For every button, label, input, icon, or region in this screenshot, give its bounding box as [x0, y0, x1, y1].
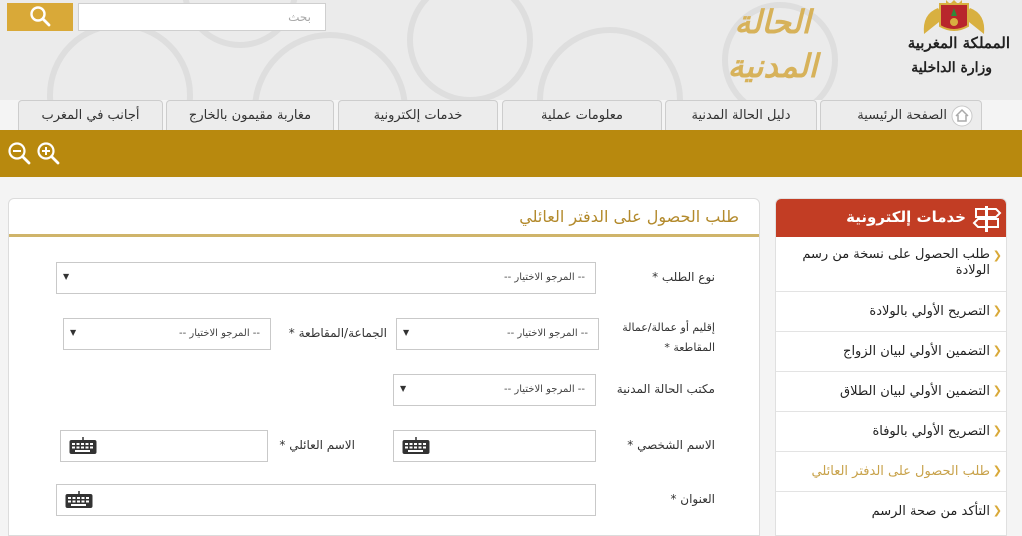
- chevron-left-icon: ❮: [992, 304, 1002, 317]
- nav-item-practical-info[interactable]: معلومات عملية: [502, 100, 662, 130]
- zoom-in-icon[interactable]: [36, 141, 60, 165]
- search-input[interactable]: [78, 3, 326, 31]
- commune-select[interactable]: -- المرجو الاختيار -- ▼: [63, 318, 271, 350]
- e-services-sidebar: خدمات إلكترونية ❮ طلب الحصول على نسخة من…: [775, 198, 1007, 536]
- chevron-left-icon: ❮: [992, 249, 1002, 262]
- main-navigation: الصفحة الرئيسية دليل الحالة المدنية معلو…: [0, 100, 1022, 130]
- sidebar-item-verify-certificate[interactable]: ❮ التأكد من صحة الرسم: [776, 492, 1006, 532]
- moroccan-coat-of-arms-icon: [923, 0, 985, 34]
- virtual-keyboard-icon[interactable]: [65, 491, 93, 509]
- family-name-input[interactable]: [60, 430, 268, 462]
- site-header: الحالة المدنية المملكة المغربية وزارة ال…: [0, 0, 1022, 100]
- request-type-label: نوع الطلب *: [652, 270, 715, 284]
- sidebar-item-birth-certificate-copy[interactable]: ❮ طلب الحصول على نسخة من رسم الولادة: [776, 237, 1006, 292]
- family-booklet-form-panel: طلب الحصول على الدفتر العائلي نوع الطلب …: [8, 198, 760, 536]
- chevron-left-icon: ❮: [992, 384, 1002, 397]
- dropdown-arrow-icon: ▼: [403, 328, 410, 337]
- nav-item-civil-status-guide[interactable]: دليل الحالة المدنية: [665, 100, 817, 130]
- sidebar-header: خدمات إلكترونية: [776, 199, 1006, 237]
- address-input[interactable]: [56, 484, 596, 516]
- zoom-out-icon[interactable]: [7, 141, 31, 165]
- nav-item-home[interactable]: الصفحة الرئيسية: [820, 100, 982, 130]
- civil-status-office-label: مكتب الحالة المدنية: [616, 382, 715, 396]
- title-divider: [9, 234, 759, 237]
- ministry-name: وزارة الداخلية: [911, 60, 992, 76]
- prefecture-select[interactable]: -- المرجو الاختيار -- ▼: [396, 318, 599, 350]
- sidebar-item-divorce-entry[interactable]: ❮ التضمين الأولي لبيان الطلاق: [776, 372, 1006, 412]
- first-name-label: الاسم الشخصي *: [627, 438, 715, 452]
- accessibility-toolbar: [0, 130, 1022, 177]
- dropdown-arrow-icon: ▼: [63, 272, 70, 281]
- address-label: العنوان *: [670, 492, 715, 506]
- civil-status-office-select[interactable]: -- المرجو الاختيار -- ▼: [393, 374, 596, 406]
- sidebar-item-birth-declaration[interactable]: ❮ التصريح الأولي بالولادة: [776, 292, 1006, 332]
- chevron-left-icon: ❮: [992, 344, 1002, 357]
- virtual-keyboard-icon[interactable]: [402, 437, 430, 455]
- family-name-label: الاسم العائلي *: [279, 438, 355, 452]
- dropdown-arrow-icon: ▼: [400, 384, 407, 393]
- home-icon: [951, 105, 973, 127]
- commune-label: الجماعة/المقاطعة *: [288, 326, 387, 340]
- search-button[interactable]: [7, 3, 73, 31]
- dropdown-arrow-icon: ▼: [70, 328, 77, 337]
- first-name-input[interactable]: [393, 430, 596, 462]
- prefecture-label-line2: المقاطعة *: [664, 341, 715, 354]
- virtual-keyboard-icon[interactable]: [69, 437, 97, 455]
- chevron-left-icon: ❮: [992, 424, 1002, 437]
- chevron-left-icon: ❮: [992, 504, 1002, 517]
- page-title: طلب الحصول على الدفتر العائلي: [519, 207, 739, 226]
- nav-item-moroccans-abroad[interactable]: مغاربة مقيمون بالخارج: [166, 100, 334, 130]
- prefecture-label: إقليم أو عمالة/عمالة: [622, 321, 715, 334]
- sidebar-item-marriage-entry[interactable]: ❮ التضمين الأولي لبيان الزواج: [776, 332, 1006, 372]
- nav-item-e-services[interactable]: خدمات إلكترونية: [338, 100, 498, 130]
- sidebar-item-death-declaration[interactable]: ❮ التصريح الأولي بالوفاة: [776, 412, 1006, 452]
- signpost-icon: [972, 206, 1002, 232]
- chevron-left-icon: ❮: [992, 464, 1002, 477]
- nav-item-foreigners[interactable]: أجانب في المغرب: [18, 100, 163, 130]
- request-type-select[interactable]: -- المرجو الاختيار -- ▼: [56, 262, 596, 294]
- kingdom-name: المملكة المغربية: [907, 34, 1010, 52]
- sidebar-title: خدمات إلكترونية: [846, 208, 966, 226]
- site-brand-title: الحالة المدنية: [727, 3, 818, 85]
- search-icon: [30, 6, 51, 27]
- sidebar-item-family-booklet[interactable]: ❮ طلب الحصول على الدفتر العائلي: [776, 452, 1006, 492]
